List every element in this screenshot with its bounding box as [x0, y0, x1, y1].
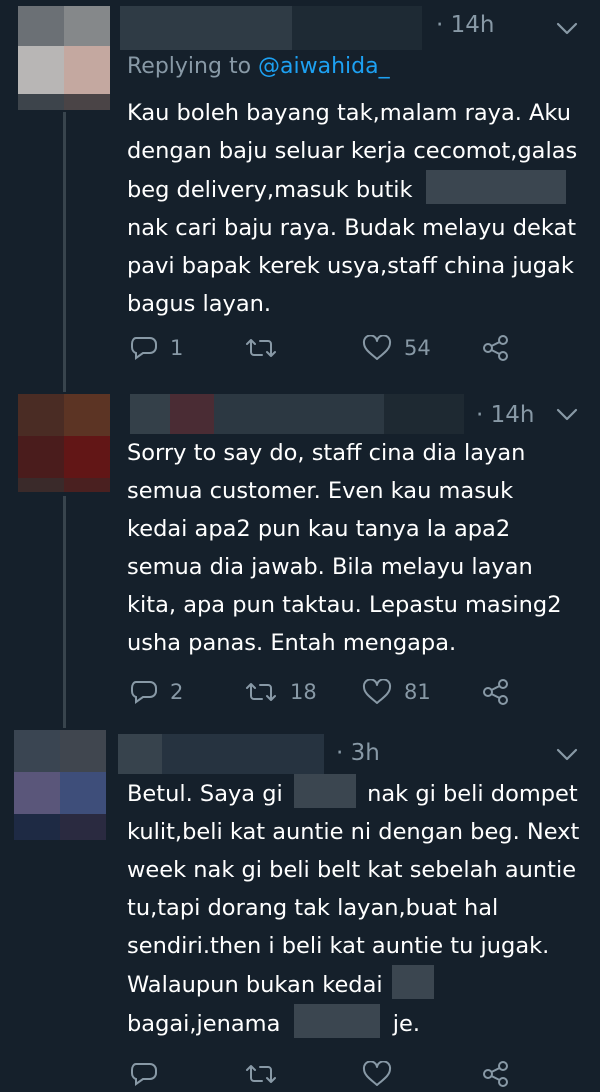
like-button[interactable]: 54 [362, 330, 431, 366]
tweet-header: · 14h [0, 394, 600, 438]
username-redacted[interactable] [384, 394, 464, 434]
username-redacted[interactable] [292, 6, 422, 50]
heart-icon [362, 335, 392, 360]
chevron-down-icon[interactable] [556, 748, 578, 762]
share-icon [483, 335, 508, 361]
display-name-redacted[interactable] [130, 394, 170, 434]
text-line: bagai,jenama je. [127, 1004, 587, 1043]
reply-icon [130, 1063, 157, 1086]
username-redacted[interactable] [162, 734, 324, 774]
like-count: 81 [404, 680, 431, 704]
tweet-text: Betul. Saya gi nak gi beli dompet kulit,… [127, 774, 587, 1043]
tweet-text: Sorry to say do, staff cina dia layan se… [127, 434, 587, 662]
reply-button[interactable]: 1 [130, 330, 183, 366]
text-line: kedai apa2 pun kau tanya la apa2 [127, 516, 511, 542]
heart-icon [362, 1061, 392, 1086]
text-line: dengan baju seluar kerja cecomot,galas [127, 138, 578, 164]
retweet-icon [246, 339, 276, 357]
share-icon [483, 679, 508, 705]
reply-count: 2 [170, 680, 184, 704]
retweet-count: 18 [290, 680, 317, 704]
replying-to: Replying to @aiwahida_ [127, 54, 390, 79]
tweet-3[interactable]: · 3h Betul. Saya gi nak gi beli dompet k… [0, 730, 600, 1087]
chevron-down-icon[interactable] [556, 408, 578, 422]
share-button[interactable] [482, 1056, 510, 1092]
tweet-1[interactable]: · 14h Replying to @aiwahida_ Kau boleh b… [0, 6, 600, 380]
redacted-text [293, 774, 356, 808]
text-line: kita, apa pun taktau. Lepastu masing2 [127, 592, 562, 618]
share-button[interactable] [482, 674, 510, 710]
like-button[interactable] [362, 1056, 392, 1092]
text-line: usha panas. Entah mengapa. [127, 630, 457, 656]
text-line: week nak gi beli belt kat sebelah auntie [127, 857, 577, 883]
text-line: semua dia jawab. Bila melayu layan [127, 554, 533, 580]
redacted-text [425, 170, 566, 204]
tweet-actions: 2 18 81 [0, 674, 600, 710]
display-name-redacted[interactable] [118, 734, 162, 774]
tweet-text: Kau boleh bayang tak,malam raya. Aku den… [127, 94, 587, 323]
text-line: tu,tapi dorang tak layan,buat hal [127, 895, 499, 921]
text-line: bagus layan. [127, 291, 272, 317]
like-count: 54 [404, 336, 431, 360]
replying-label: Replying to [127, 54, 259, 79]
reply-button[interactable]: 2 [130, 674, 183, 710]
tweet-header: · 14h [0, 6, 600, 50]
tweet-time[interactable]: · 14h [476, 402, 534, 428]
heart-icon [362, 679, 392, 704]
text-line: pavi bapak kerek usya,staff china jugak [127, 253, 574, 279]
text-line: nak cari baju raya. Budak melayu dekat [127, 215, 577, 241]
redacted-text [293, 1004, 380, 1038]
retweet-button[interactable]: 18 [244, 674, 317, 710]
reply-icon [130, 681, 157, 704]
tweet-header: · 3h [0, 730, 600, 774]
share-button[interactable] [482, 330, 510, 366]
display-name-redacted[interactable] [120, 6, 292, 50]
text-line: sendiri.then i beli kat auntie tu jugak. [127, 933, 550, 959]
share-icon [483, 1061, 508, 1087]
tweet-time[interactable]: · 14h [436, 12, 494, 38]
retweet-icon [246, 1065, 276, 1083]
retweet-icon [246, 683, 276, 701]
username-redacted[interactable] [214, 394, 384, 434]
retweet-button[interactable] [244, 1056, 278, 1092]
reply-button[interactable] [130, 1056, 158, 1092]
display-name-redacted[interactable] [170, 394, 214, 434]
tweet-actions: 1 54 [0, 330, 600, 366]
reply-icon [130, 337, 157, 360]
like-button[interactable]: 81 [362, 674, 431, 710]
reply-count: 1 [170, 336, 184, 360]
text-line: Kau boleh bayang tak,malam raya. Aku [127, 100, 572, 126]
tweet-time[interactable]: · 3h [336, 740, 380, 766]
text-line: Sorry to say do, staff cina dia layan [127, 440, 526, 466]
retweet-button[interactable] [244, 330, 290, 366]
redacted-text [391, 965, 434, 999]
text-line: beg delivery,masuk butik [127, 170, 587, 209]
tweet-2[interactable]: · 14h Sorry to say do, staff cina dia la… [0, 394, 600, 724]
chevron-down-icon[interactable] [556, 22, 578, 36]
text-line: kulit,beli kat auntie ni dengan beg. Nex… [127, 819, 580, 845]
tweet-actions [0, 1056, 600, 1092]
text-line: Walaupun bukan kedai [127, 965, 587, 1004]
text-line: semua customer. Even kau masuk [127, 478, 514, 504]
text-line: Betul. Saya gi nak gi beli dompet [127, 774, 587, 813]
replying-handle-link[interactable]: @aiwahida_ [258, 54, 390, 79]
